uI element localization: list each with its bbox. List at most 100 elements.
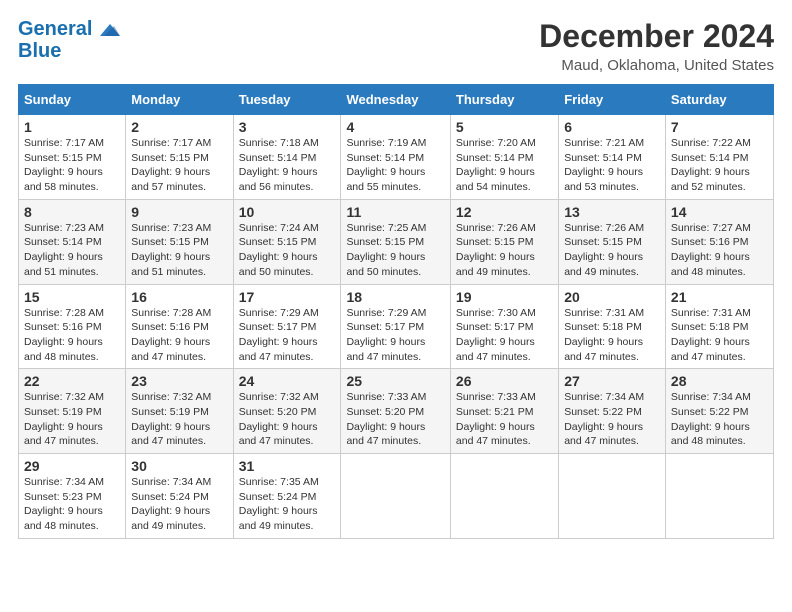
day-info: Sunrise: 7:31 AMSunset: 5:18 PMDaylight:… xyxy=(671,307,751,363)
col-header-friday: Friday xyxy=(559,85,666,115)
calendar-cell: 28 Sunrise: 7:34 AMSunset: 5:22 PMDaylig… xyxy=(665,369,773,454)
logo-icon xyxy=(100,22,120,38)
calendar-week-3: 15 Sunrise: 7:28 AMSunset: 5:16 PMDaylig… xyxy=(19,284,774,369)
calendar-cell: 15 Sunrise: 7:28 AMSunset: 5:16 PMDaylig… xyxy=(19,284,126,369)
day-number: 31 xyxy=(239,458,336,474)
day-number: 30 xyxy=(131,458,227,474)
day-info: Sunrise: 7:23 AMSunset: 5:15 PMDaylight:… xyxy=(131,222,211,278)
day-number: 17 xyxy=(239,289,336,305)
day-number: 10 xyxy=(239,204,336,220)
logo: General Blue xyxy=(18,18,120,62)
day-info: Sunrise: 7:28 AMSunset: 5:16 PMDaylight:… xyxy=(24,307,104,363)
col-header-wednesday: Wednesday xyxy=(341,85,450,115)
day-info: Sunrise: 7:18 AMSunset: 5:14 PMDaylight:… xyxy=(239,137,319,193)
day-info: Sunrise: 7:26 AMSunset: 5:15 PMDaylight:… xyxy=(456,222,536,278)
logo-text: General xyxy=(18,18,120,40)
calendar-cell: 24 Sunrise: 7:32 AMSunset: 5:20 PMDaylig… xyxy=(233,369,341,454)
day-info: Sunrise: 7:21 AMSunset: 5:14 PMDaylight:… xyxy=(564,137,644,193)
header: General Blue December 2024 Maud, Oklahom… xyxy=(18,18,774,74)
col-header-monday: Monday xyxy=(126,85,233,115)
day-number: 5 xyxy=(456,119,553,135)
calendar-week-2: 8 Sunrise: 7:23 AMSunset: 5:14 PMDayligh… xyxy=(19,199,774,284)
calendar-cell: 22 Sunrise: 7:32 AMSunset: 5:19 PMDaylig… xyxy=(19,369,126,454)
day-number: 3 xyxy=(239,119,336,135)
logo-blue-text: Blue xyxy=(18,40,61,62)
day-info: Sunrise: 7:28 AMSunset: 5:16 PMDaylight:… xyxy=(131,307,211,363)
calendar-cell: 18 Sunrise: 7:29 AMSunset: 5:17 PMDaylig… xyxy=(341,284,450,369)
day-number: 11 xyxy=(346,204,444,220)
calendar-week-4: 22 Sunrise: 7:32 AMSunset: 5:19 PMDaylig… xyxy=(19,369,774,454)
day-number: 4 xyxy=(346,119,444,135)
day-number: 9 xyxy=(131,204,227,220)
calendar-cell: 25 Sunrise: 7:33 AMSunset: 5:20 PMDaylig… xyxy=(341,369,450,454)
calendar-cell: 23 Sunrise: 7:32 AMSunset: 5:19 PMDaylig… xyxy=(126,369,233,454)
day-number: 8 xyxy=(24,204,120,220)
col-header-sunday: Sunday xyxy=(19,85,126,115)
page-title: December 2024 xyxy=(539,18,774,55)
day-info: Sunrise: 7:23 AMSunset: 5:14 PMDaylight:… xyxy=(24,222,104,278)
day-info: Sunrise: 7:30 AMSunset: 5:17 PMDaylight:… xyxy=(456,307,536,363)
calendar-cell: 27 Sunrise: 7:34 AMSunset: 5:22 PMDaylig… xyxy=(559,369,666,454)
day-info: Sunrise: 7:20 AMSunset: 5:14 PMDaylight:… xyxy=(456,137,536,193)
calendar-cell: 4 Sunrise: 7:19 AMSunset: 5:14 PMDayligh… xyxy=(341,115,450,200)
calendar-cell: 17 Sunrise: 7:29 AMSunset: 5:17 PMDaylig… xyxy=(233,284,341,369)
day-number: 21 xyxy=(671,289,768,305)
day-number: 24 xyxy=(239,373,336,389)
page-subtitle: Maud, Oklahoma, United States xyxy=(539,57,774,74)
day-info: Sunrise: 7:34 AMSunset: 5:22 PMDaylight:… xyxy=(564,391,644,447)
day-number: 29 xyxy=(24,458,120,474)
calendar-cell: 8 Sunrise: 7:23 AMSunset: 5:14 PMDayligh… xyxy=(19,199,126,284)
calendar-cell: 31 Sunrise: 7:35 AMSunset: 5:24 PMDaylig… xyxy=(233,454,341,539)
calendar-cell: 10 Sunrise: 7:24 AMSunset: 5:15 PMDaylig… xyxy=(233,199,341,284)
day-number: 1 xyxy=(24,119,120,135)
calendar-cell: 3 Sunrise: 7:18 AMSunset: 5:14 PMDayligh… xyxy=(233,115,341,200)
day-info: Sunrise: 7:27 AMSunset: 5:16 PMDaylight:… xyxy=(671,222,751,278)
col-header-saturday: Saturday xyxy=(665,85,773,115)
day-number: 19 xyxy=(456,289,553,305)
calendar-week-5: 29 Sunrise: 7:34 AMSunset: 5:23 PMDaylig… xyxy=(19,454,774,539)
calendar-cell: 26 Sunrise: 7:33 AMSunset: 5:21 PMDaylig… xyxy=(450,369,558,454)
day-info: Sunrise: 7:32 AMSunset: 5:20 PMDaylight:… xyxy=(239,391,319,447)
title-block: December 2024 Maud, Oklahoma, United Sta… xyxy=(539,18,774,74)
day-number: 20 xyxy=(564,289,660,305)
calendar-cell: 9 Sunrise: 7:23 AMSunset: 5:15 PMDayligh… xyxy=(126,199,233,284)
day-info: Sunrise: 7:24 AMSunset: 5:15 PMDaylight:… xyxy=(239,222,319,278)
day-number: 15 xyxy=(24,289,120,305)
day-info: Sunrise: 7:29 AMSunset: 5:17 PMDaylight:… xyxy=(346,307,426,363)
calendar-cell: 30 Sunrise: 7:34 AMSunset: 5:24 PMDaylig… xyxy=(126,454,233,539)
day-info: Sunrise: 7:35 AMSunset: 5:24 PMDaylight:… xyxy=(239,476,319,532)
day-info: Sunrise: 7:32 AMSunset: 5:19 PMDaylight:… xyxy=(131,391,211,447)
calendar-cell xyxy=(450,454,558,539)
calendar-cell: 2 Sunrise: 7:17 AMSunset: 5:15 PMDayligh… xyxy=(126,115,233,200)
day-number: 16 xyxy=(131,289,227,305)
day-number: 18 xyxy=(346,289,444,305)
day-number: 27 xyxy=(564,373,660,389)
day-number: 13 xyxy=(564,204,660,220)
col-header-tuesday: Tuesday xyxy=(233,85,341,115)
calendar-week-1: 1 Sunrise: 7:17 AMSunset: 5:15 PMDayligh… xyxy=(19,115,774,200)
calendar-cell: 7 Sunrise: 7:22 AMSunset: 5:14 PMDayligh… xyxy=(665,115,773,200)
calendar-cell: 21 Sunrise: 7:31 AMSunset: 5:18 PMDaylig… xyxy=(665,284,773,369)
day-info: Sunrise: 7:33 AMSunset: 5:20 PMDaylight:… xyxy=(346,391,426,447)
day-number: 28 xyxy=(671,373,768,389)
day-info: Sunrise: 7:22 AMSunset: 5:14 PMDaylight:… xyxy=(671,137,751,193)
day-info: Sunrise: 7:34 AMSunset: 5:24 PMDaylight:… xyxy=(131,476,211,532)
calendar-cell: 6 Sunrise: 7:21 AMSunset: 5:14 PMDayligh… xyxy=(559,115,666,200)
calendar-cell xyxy=(665,454,773,539)
day-info: Sunrise: 7:17 AMSunset: 5:15 PMDaylight:… xyxy=(131,137,211,193)
calendar-table: SundayMondayTuesdayWednesdayThursdayFrid… xyxy=(18,84,774,539)
calendar-cell: 12 Sunrise: 7:26 AMSunset: 5:15 PMDaylig… xyxy=(450,199,558,284)
day-info: Sunrise: 7:32 AMSunset: 5:19 PMDaylight:… xyxy=(24,391,104,447)
day-info: Sunrise: 7:17 AMSunset: 5:15 PMDaylight:… xyxy=(24,137,104,193)
day-number: 7 xyxy=(671,119,768,135)
calendar-cell: 11 Sunrise: 7:25 AMSunset: 5:15 PMDaylig… xyxy=(341,199,450,284)
calendar-cell xyxy=(559,454,666,539)
day-info: Sunrise: 7:31 AMSunset: 5:18 PMDaylight:… xyxy=(564,307,644,363)
day-number: 2 xyxy=(131,119,227,135)
day-info: Sunrise: 7:29 AMSunset: 5:17 PMDaylight:… xyxy=(239,307,319,363)
calendar-cell: 1 Sunrise: 7:17 AMSunset: 5:15 PMDayligh… xyxy=(19,115,126,200)
day-info: Sunrise: 7:33 AMSunset: 5:21 PMDaylight:… xyxy=(456,391,536,447)
col-header-thursday: Thursday xyxy=(450,85,558,115)
day-number: 6 xyxy=(564,119,660,135)
day-info: Sunrise: 7:34 AMSunset: 5:23 PMDaylight:… xyxy=(24,476,104,532)
